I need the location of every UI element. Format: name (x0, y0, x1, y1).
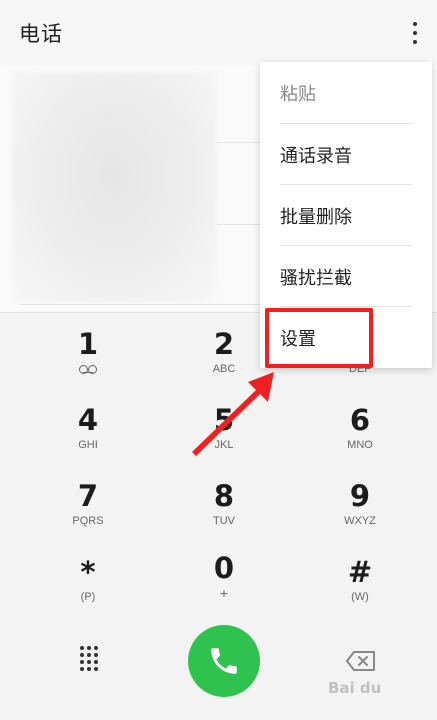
menu-item-call-recording[interactable]: 通话录音 (260, 124, 432, 185)
key-7[interactable]: 7 PQRS (28, 479, 148, 551)
key-star[interactable]: * (P) (28, 555, 148, 627)
menu-item-batch-delete[interactable]: 批量删除 (260, 185, 432, 246)
blurred-call-log-area (12, 72, 217, 302)
key-9[interactable]: 9 WXYZ (300, 479, 420, 551)
menu-item-paste[interactable]: 粘贴 (260, 62, 432, 123)
call-button[interactable] (188, 625, 260, 697)
key-6[interactable]: 6 MNO (300, 403, 420, 475)
backspace-icon (346, 651, 375, 671)
arrow-icon (192, 372, 274, 456)
list-divider (20, 304, 260, 305)
list-divider (217, 224, 260, 225)
key-1[interactable]: 1 (28, 327, 148, 399)
key-0[interactable]: 0 + (164, 551, 284, 623)
phone-icon (211, 648, 237, 674)
app-header: 电话 (0, 0, 437, 66)
key-8[interactable]: 8 TUV (164, 479, 284, 551)
page-title: 电话 (19, 22, 63, 46)
more-vert-icon[interactable] (400, 16, 430, 50)
list-divider (217, 142, 260, 143)
key-hash[interactable]: # (W) (300, 555, 420, 627)
backspace-button[interactable] (345, 650, 377, 672)
key-4[interactable]: 4 GHI (28, 403, 148, 475)
highlight-box (265, 308, 373, 368)
dialpad-grid-icon[interactable] (78, 645, 100, 671)
baidu-watermark: Bai du (328, 679, 382, 697)
menu-item-harassment-block[interactable]: 骚扰拦截 (260, 246, 432, 307)
voicemail-icon (79, 365, 97, 374)
